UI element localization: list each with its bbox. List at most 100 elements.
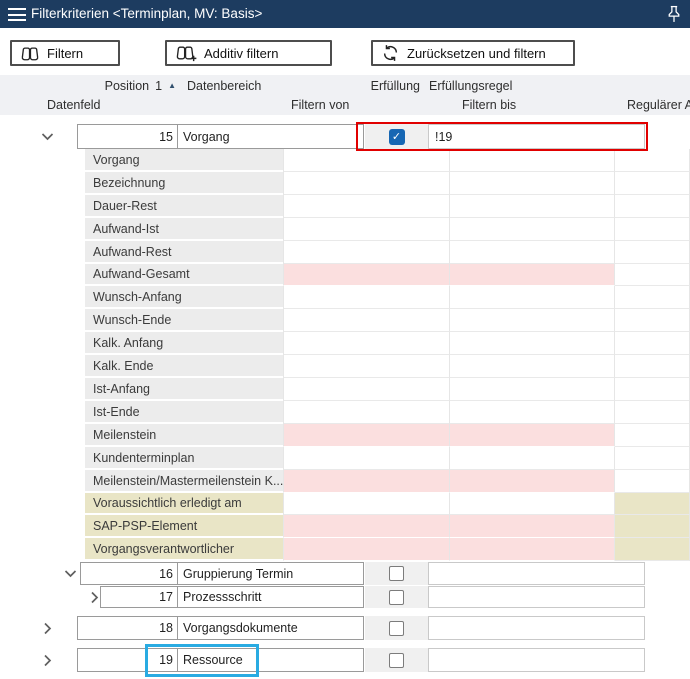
- filter-von-cell[interactable]: [283, 538, 450, 561]
- filter-von-cell[interactable]: [283, 149, 450, 172]
- regex-cell[interactable]: [615, 355, 690, 378]
- filter-bis-cell[interactable]: [450, 241, 615, 264]
- filter-bis-cell[interactable]: [450, 470, 615, 493]
- filter-bis-cell[interactable]: [450, 493, 615, 515]
- regex-cell[interactable]: [615, 332, 690, 355]
- datenfeld-label: Kundenterminplan: [85, 447, 283, 470]
- collapse-chevron-icon[interactable]: [40, 124, 54, 149]
- erfuellung-checkbox[interactable]: ✓: [389, 129, 405, 145]
- filter-von-cell[interactable]: [283, 241, 450, 264]
- column-header-filtern-bis[interactable]: Filtern bis: [462, 95, 516, 115]
- position-cell[interactable]: 17: [100, 586, 178, 608]
- column-header-position[interactable]: Position 1 ▲: [0, 76, 178, 96]
- filter-von-cell[interactable]: [283, 195, 450, 218]
- regex-cell[interactable]: [615, 241, 690, 264]
- column-header-erfuellung[interactable]: Erfüllung: [340, 76, 420, 96]
- filter-bis-cell[interactable]: [450, 332, 615, 355]
- datenbereich-cell[interactable]: Ressource: [177, 648, 364, 672]
- filter-bis-cell[interactable]: [450, 515, 615, 538]
- position-cell[interactable]: 19: [77, 648, 178, 672]
- regex-cell[interactable]: [615, 309, 690, 332]
- filtern-button[interactable]: Filtern: [10, 40, 120, 66]
- regex-cell[interactable]: [615, 493, 690, 515]
- column-header-regulaerer-ausdruck[interactable]: Regulärer A...: [627, 95, 690, 115]
- filter-bis-cell[interactable]: [450, 401, 615, 424]
- filter-von-cell[interactable]: [283, 470, 450, 493]
- datenbereich-cell[interactable]: Gruppierung Termin: [177, 562, 364, 585]
- filter-bis-cell[interactable]: [450, 538, 615, 561]
- column-header-filtern-von[interactable]: Filtern von: [291, 95, 349, 115]
- filter-von-cell[interactable]: [283, 515, 450, 538]
- regex-cell[interactable]: [615, 149, 690, 172]
- erfuellung-checkbox[interactable]: [389, 566, 404, 581]
- filter-von-cell[interactable]: [283, 355, 450, 378]
- filter-von-cell[interactable]: [283, 264, 450, 286]
- regex-cell[interactable]: [615, 447, 690, 470]
- expand-chevron-icon[interactable]: [40, 648, 54, 672]
- hamburger-menu-icon[interactable]: [8, 8, 26, 21]
- datenfeld-label: Kalk. Anfang: [85, 332, 283, 355]
- filter-von-cell[interactable]: [283, 309, 450, 332]
- regex-cell[interactable]: [615, 172, 690, 195]
- filter-bis-cell[interactable]: [450, 424, 615, 447]
- filter-von-cell[interactable]: [283, 401, 450, 424]
- erfuellung-checkbox[interactable]: [389, 653, 404, 668]
- regex-cell[interactable]: [615, 378, 690, 401]
- reset-and-filter-button[interactable]: Zurücksetzen und filtern: [371, 40, 575, 66]
- position-cell[interactable]: 18: [77, 616, 178, 640]
- reset-arrows-icon: [381, 44, 400, 62]
- regex-cell[interactable]: [615, 218, 690, 241]
- regex-cell[interactable]: [615, 195, 690, 218]
- filter-von-cell[interactable]: [283, 447, 450, 470]
- pin-icon[interactable]: [667, 5, 681, 23]
- additiv-filtern-button[interactable]: Additiv filtern: [165, 40, 332, 66]
- filter-von-cell[interactable]: [283, 424, 450, 447]
- erfuellungsregel-cell[interactable]: !19: [428, 124, 645, 149]
- datenbereich-cell[interactable]: Vorgang: [177, 124, 364, 149]
- erfuellung-checkbox[interactable]: [389, 590, 404, 605]
- filter-bis-cell[interactable]: [450, 378, 615, 401]
- expand-chevron-icon[interactable]: [87, 586, 101, 608]
- filter-von-cell[interactable]: [283, 286, 450, 309]
- erfuellungsregel-cell[interactable]: [428, 562, 645, 585]
- column-header-erfuellungsregel[interactable]: Erfüllungsregel: [429, 76, 512, 96]
- filter-bis-cell[interactable]: [450, 218, 615, 241]
- filter-bis-cell[interactable]: [450, 286, 615, 309]
- column-header-datenfeld[interactable]: Datenfeld: [47, 95, 101, 115]
- filter-criteria-window: Filterkriterien <Terminplan, MV: Basis> …: [0, 0, 690, 679]
- filter-von-cell[interactable]: [283, 218, 450, 241]
- filter-von-cell[interactable]: [283, 332, 450, 355]
- regex-cell[interactable]: [615, 470, 690, 493]
- datenbereich-cell[interactable]: Prozessschritt: [177, 586, 364, 608]
- erfuellung-cell: [365, 586, 428, 608]
- filter-bis-cell[interactable]: [450, 309, 615, 332]
- regex-cell[interactable]: [615, 515, 690, 538]
- regex-cell[interactable]: [615, 424, 690, 447]
- erfuellung-cell: ✓: [365, 124, 428, 149]
- filter-bis-cell[interactable]: [450, 447, 615, 470]
- erfuellungsregel-cell[interactable]: [428, 586, 645, 608]
- datenbereich-cell[interactable]: Vorgangsdokumente: [177, 616, 364, 640]
- datenfeld-label: Kalk. Ende: [85, 355, 283, 378]
- filter-bis-cell[interactable]: [450, 172, 615, 195]
- erfuellungsregel-cell[interactable]: [428, 648, 645, 672]
- regex-cell[interactable]: [615, 401, 690, 424]
- filter-bis-cell[interactable]: [450, 355, 615, 378]
- regex-cell[interactable]: [615, 264, 690, 286]
- filter-von-cell[interactable]: [283, 378, 450, 401]
- filter-von-cell[interactable]: [283, 493, 450, 515]
- erfuellung-checkbox[interactable]: [389, 621, 404, 636]
- erfuellungsregel-cell[interactable]: [428, 616, 645, 640]
- filter-bis-cell[interactable]: [450, 264, 615, 286]
- regex-cell[interactable]: [615, 286, 690, 309]
- regex-cell[interactable]: [615, 538, 690, 561]
- expand-chevron-icon[interactable]: [40, 616, 54, 640]
- filter-bis-cell[interactable]: [450, 149, 615, 172]
- window-title: Filterkriterien <Terminplan, MV: Basis>: [31, 0, 262, 28]
- position-cell[interactable]: 15: [77, 124, 178, 149]
- filter-von-cell[interactable]: [283, 172, 450, 195]
- column-header-datenbereich[interactable]: Datenbereich: [187, 76, 261, 96]
- filter-bis-cell[interactable]: [450, 195, 615, 218]
- position-cell[interactable]: 16: [80, 562, 178, 585]
- collapse-chevron-icon[interactable]: [63, 562, 77, 585]
